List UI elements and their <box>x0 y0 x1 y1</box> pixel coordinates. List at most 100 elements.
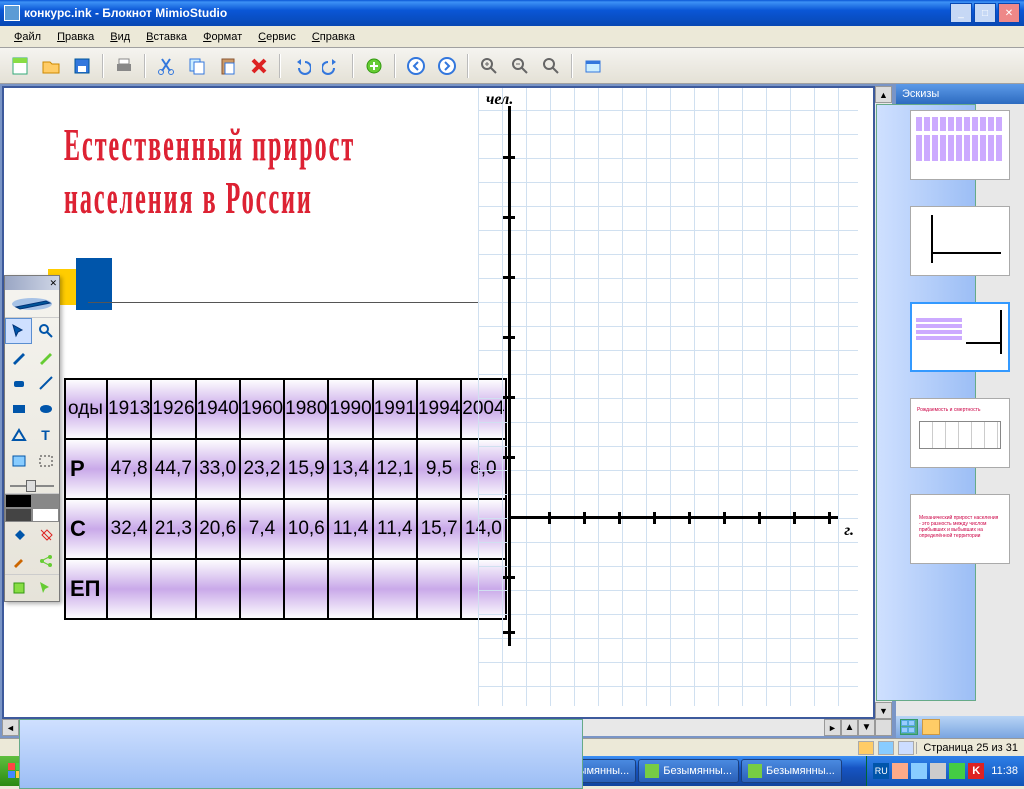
rect-tool-icon[interactable] <box>5 396 32 422</box>
clock[interactable]: 11:38 <box>991 765 1018 777</box>
zoom-out-icon[interactable] <box>506 52 534 80</box>
more-tool-icon[interactable] <box>5 575 32 601</box>
undo-icon[interactable] <box>287 52 315 80</box>
tray-icon-4[interactable] <box>949 763 965 779</box>
menu-insert[interactable]: Вставка <box>138 29 195 45</box>
triangle-tool-icon[interactable] <box>5 422 32 448</box>
delete-icon[interactable] <box>245 52 273 80</box>
thumbnail-23[interactable] <box>910 110 1010 180</box>
new-icon[interactable] <box>6 52 34 80</box>
thumbnail-27[interactable]: Механический прирост населения - это раз… <box>910 494 1010 564</box>
folder-view-icon[interactable] <box>922 719 940 735</box>
grid-view-icon[interactable] <box>900 719 918 735</box>
maximize-button[interactable]: □ <box>974 3 996 23</box>
menu-view[interactable]: Вид <box>102 29 138 45</box>
slide-title: Естественный прирост населения в России <box>64 118 485 224</box>
tray-icon-1[interactable] <box>892 763 908 779</box>
eyedropper-icon[interactable] <box>5 548 32 574</box>
menu-file[interactable]: Файл <box>6 29 49 45</box>
remove-fill-icon[interactable] <box>32 522 59 548</box>
color-black[interactable] <box>5 494 32 508</box>
menu-format[interactable]: Формат <box>195 29 250 45</box>
stroke-slider[interactable] <box>5 474 59 494</box>
page-up-icon[interactable]: ▲ <box>841 719 858 736</box>
text-tool-icon[interactable]: T <box>32 422 59 448</box>
window-title: конкурс.ink - Блокнот MimioStudio <box>24 6 948 20</box>
v-scrollbar[interactable]: ▲ ▼ <box>875 86 892 719</box>
open-icon[interactable] <box>37 52 65 80</box>
arrow-tool-icon[interactable] <box>32 575 59 601</box>
fullscreen-icon[interactable] <box>579 52 607 80</box>
eraser-tool-icon[interactable] <box>5 370 32 396</box>
row-r: Р <box>65 439 107 499</box>
minimize-button[interactable]: _ <box>950 3 972 23</box>
menu-edit[interactable]: Правка <box>49 29 102 45</box>
color-gray[interactable] <box>32 494 59 508</box>
h-scroll-thumb[interactable] <box>19 719 583 789</box>
redo-icon[interactable] <box>318 52 346 80</box>
fill-tool-icon[interactable] <box>5 522 32 548</box>
pen-tool-icon[interactable] <box>5 344 32 370</box>
thumbnail-25[interactable] <box>910 302 1010 372</box>
status-icon-3[interactable] <box>898 741 914 755</box>
zoom-fit-icon[interactable] <box>537 52 565 80</box>
menu-tools[interactable]: Сервис <box>250 29 304 45</box>
print-icon[interactable] <box>110 52 138 80</box>
add-page-icon[interactable] <box>360 52 388 80</box>
row-ep: ЕП <box>65 559 107 619</box>
data-table: оды 1913 1926 1940 1960 1980 1990 1991 1… <box>64 378 507 620</box>
h-scrollbar[interactable]: ◄ ► ▲ ▼ <box>2 719 892 736</box>
menu-bar: Файл Правка Вид Вставка Формат Сервис Сп… <box>0 26 1024 48</box>
select-tool-icon[interactable] <box>5 318 32 344</box>
title-bar: конкурс.ink - Блокнот MimioStudio _ □ ✕ <box>0 0 1024 26</box>
lang-indicator[interactable]: RU <box>873 763 889 779</box>
graph-area: чел. г. <box>478 86 858 706</box>
share-icon[interactable] <box>32 548 59 574</box>
close-button[interactable]: ✕ <box>998 3 1020 23</box>
line-tool-icon[interactable] <box>32 370 59 396</box>
cut-icon[interactable] <box>152 52 180 80</box>
col-years: оды <box>65 379 107 439</box>
next-page-icon[interactable] <box>433 52 461 80</box>
highlighter-tool-icon[interactable] <box>32 344 59 370</box>
menu-help[interactable]: Справка <box>304 29 363 45</box>
canvas[interactable]: Естественный прирост населения в России … <box>2 86 875 719</box>
tray-icon-3[interactable] <box>930 763 946 779</box>
thumbnail-26[interactable]: Рождаемость и смертность <box>910 398 1010 468</box>
pen-preview <box>5 290 59 318</box>
copy-icon[interactable] <box>183 52 211 80</box>
tray-icon-5[interactable]: K <box>968 763 984 779</box>
zoom-tool-icon[interactable] <box>32 318 59 344</box>
task-6[interactable]: Безымянны... <box>638 759 739 783</box>
scroll-up-icon[interactable]: ▲ <box>875 86 892 103</box>
scroll-right-icon[interactable]: ► <box>824 719 841 736</box>
page-indicator: Страница 25 из 31 <box>916 742 1024 754</box>
color-white[interactable] <box>32 508 59 522</box>
page-down-icon[interactable]: ▼ <box>858 719 875 736</box>
app-icon <box>4 5 20 21</box>
task-7[interactable]: Безымянны... <box>741 759 842 783</box>
thumbnail-24[interactable] <box>910 206 1010 276</box>
status-icon-2[interactable] <box>878 741 894 755</box>
capture-tool-icon[interactable] <box>32 448 59 474</box>
main-area: Естественный прирост населения в России … <box>0 84 1024 738</box>
toolbar <box>0 48 1024 84</box>
canvas-wrap: Естественный прирост населения в России … <box>0 84 894 738</box>
save-icon[interactable] <box>68 52 96 80</box>
status-icon-1[interactable] <box>858 741 874 755</box>
system-tray: RU K 11:38 <box>866 756 1024 786</box>
scroll-left-icon[interactable]: ◄ <box>2 719 19 736</box>
paste-icon[interactable] <box>214 52 242 80</box>
palette-close-icon[interactable]: ✕ <box>5 276 59 290</box>
ellipse-tool-icon[interactable] <box>32 396 59 422</box>
color-dark[interactable] <box>5 508 32 522</box>
image-tool-icon[interactable] <box>5 448 32 474</box>
scroll-down-icon[interactable]: ▼ <box>875 702 892 719</box>
prev-page-icon[interactable] <box>402 52 430 80</box>
tools-palette[interactable]: ✕ T <box>4 275 60 602</box>
zoom-in-icon[interactable] <box>475 52 503 80</box>
tray-icon-2[interactable] <box>911 763 927 779</box>
thumbnails-footer <box>896 716 1024 738</box>
y-axis-label: чел. <box>486 91 513 109</box>
thumbnails-header: Эскизы <box>896 84 1024 104</box>
